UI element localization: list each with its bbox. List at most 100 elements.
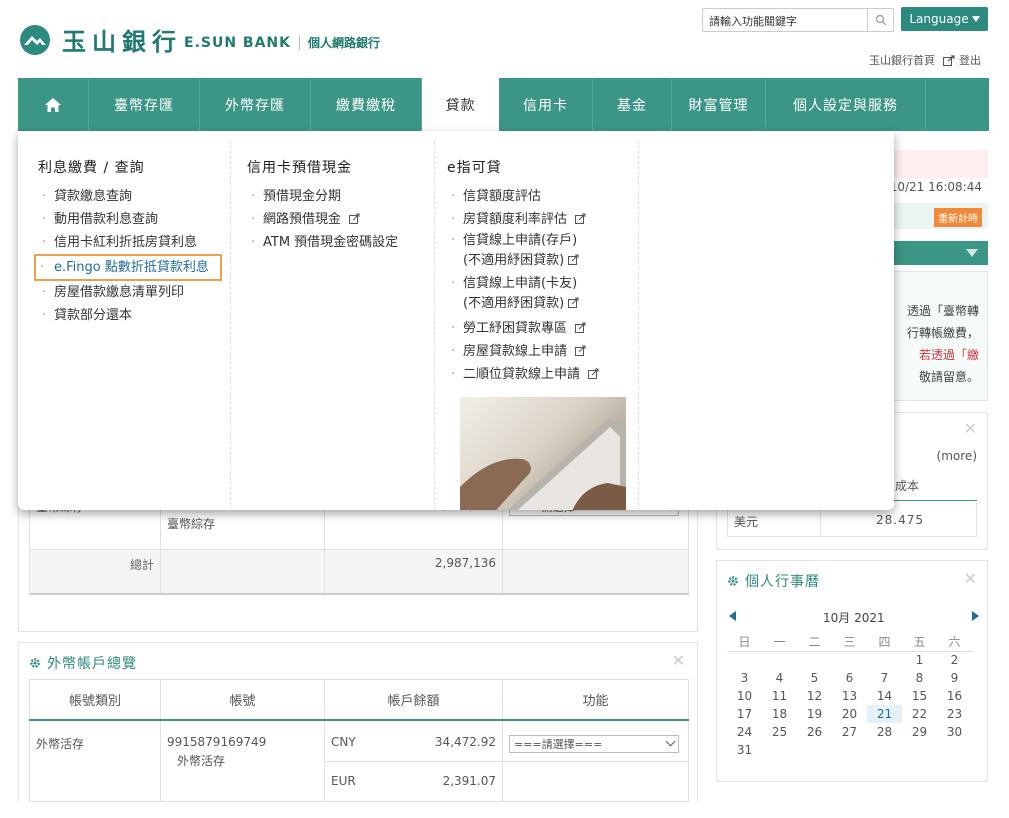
calendar-day[interactable]: 26 <box>797 723 832 741</box>
weekday-label: 一 <box>762 633 797 652</box>
search-input[interactable]: 請輸入功能關鍵字 <box>702 8 868 32</box>
menu-item[interactable]: 預借現金分期 <box>247 185 434 208</box>
calendar-day[interactable]: 21 <box>867 705 902 723</box>
function-select[interactable]: ===請選擇=== <box>509 734 679 753</box>
calendar-day[interactable]: 30 <box>937 723 972 741</box>
menu-item[interactable]: 貸款繳息查詢 <box>38 185 230 208</box>
top-links: 玉山銀行首頁 登出 <box>861 52 981 68</box>
menu-item[interactable]: 房貸額度利率評估 <box>447 208 638 231</box>
home-link[interactable]: 玉山銀行首頁 <box>869 52 935 68</box>
more-link[interactable]: (more) <box>937 449 977 463</box>
calendar-grid: 日一二三四五六 1 2 3 4 5 6 7 8 9 10 11 12 13 14 15 16 17 18 19 20 21… <box>727 633 972 759</box>
calendar-week-row: 12 <box>727 651 972 669</box>
logout-icon[interactable] <box>943 54 955 66</box>
language-button[interactable]: Language <box>901 7 988 31</box>
calendar-day[interactable]: 17 <box>727 705 762 723</box>
calendar-day[interactable]: 4 <box>762 669 797 687</box>
promo-image[interactable] <box>460 397 626 510</box>
external-link-icon <box>349 213 360 224</box>
calendar-day[interactable]: 9 <box>937 669 972 687</box>
calendar-day[interactable]: 14 <box>867 687 902 705</box>
menu-item[interactable]: ATM 預借現金密碼設定 <box>247 231 434 254</box>
calendar-weekday-row: 日一二三四五六 <box>727 633 972 652</box>
calendar-day[interactable]: 29 <box>902 723 937 741</box>
calendar-day[interactable]: 28 <box>867 723 902 741</box>
fx-panel-title-text: 外幣帳戶總覽 <box>47 656 137 672</box>
nav-payment[interactable]: 繳費繳稅 <box>311 78 422 131</box>
calendar-day[interactable]: 13 <box>832 687 867 705</box>
menu-item[interactable]: 網路預借現金 <box>247 208 434 231</box>
nav-loan[interactable]: 貸款 <box>422 78 499 131</box>
menu-item-label: 信貸線上申請(卡友) <box>463 276 578 291</box>
menu-item[interactable]: 信用卡紅利折抵房貸利息 <box>38 231 230 254</box>
calendar-day[interactable]: 1 <box>902 651 937 669</box>
calendar-day <box>832 651 867 669</box>
calendar-day[interactable]: 10 <box>727 687 762 705</box>
calendar-day[interactable]: 24 <box>727 723 762 741</box>
calendar-day[interactable]: 7 <box>867 669 902 687</box>
external-link-icon <box>575 322 586 333</box>
refresh-button[interactable]: 重新計時 <box>934 208 982 227</box>
calendar-day[interactable]: 25 <box>762 723 797 741</box>
menu-item[interactable]: 房屋貸款線上申請 <box>447 340 638 363</box>
tablet-hands-image <box>460 417 626 510</box>
weekday-label: 二 <box>797 633 832 652</box>
menu-heading: 利息繳費 / 查詢 <box>38 160 145 176</box>
calendar-day[interactable]: 8 <box>902 669 937 687</box>
logout-link[interactable]: 登出 <box>959 52 981 68</box>
external-link-icon <box>588 368 599 379</box>
calendar-day[interactable]: 31 <box>727 741 762 759</box>
calendar-day[interactable]: 11 <box>762 687 797 705</box>
menu-item-label: 勞工紓困貸款專區 <box>463 321 568 336</box>
currency-amount: 2,391.07 <box>442 774 496 788</box>
currency-code: EUR <box>331 774 356 788</box>
total-value: 2,987,136 <box>324 549 503 594</box>
calendar-day[interactable]: 18 <box>762 705 797 723</box>
calendar-day[interactable]: 22 <box>902 705 937 723</box>
calendar-day[interactable]: 16 <box>937 687 972 705</box>
calendar-day[interactable]: 2 <box>937 651 972 669</box>
calendar-day[interactable]: 27 <box>832 723 867 741</box>
calendar-day[interactable]: 3 <box>727 669 762 687</box>
menu-item-efingo[interactable]: e.Fingo 點數折抵貸款利息 <box>34 254 222 281</box>
collapse-icon[interactable] <box>966 249 978 257</box>
gear-icon <box>30 658 40 668</box>
menu-item[interactable]: 信貸線上申請(存戶) (不適用紓困貸款) <box>447 231 638 271</box>
row-type: 外幣活存 <box>29 719 161 802</box>
menu-item[interactable]: 動用借款利息查詢 <box>38 208 230 231</box>
calendar-day[interactable]: 15 <box>902 687 937 705</box>
menu-item[interactable]: 信貸額度評估 <box>447 185 638 208</box>
menu-item[interactable]: 勞工紓困貸款專區 <box>447 317 638 340</box>
calendar-day <box>762 741 797 759</box>
weekday-label: 六 <box>937 633 972 652</box>
calendar-day[interactable]: 19 <box>797 705 832 723</box>
close-icon[interactable]: ✕ <box>964 419 977 438</box>
account-no[interactable]: 9915879169749 <box>167 735 318 749</box>
menu-item[interactable]: 信貸線上申請(卡友) (不適用紓困貸款) <box>447 274 638 314</box>
menu-item[interactable]: 房屋借款繳息清單列印 <box>38 281 230 304</box>
menu-item[interactable]: 貸款部分還本 <box>38 304 230 327</box>
search-button[interactable] <box>868 8 894 32</box>
calendar-day[interactable]: 23 <box>937 705 972 723</box>
menu-item[interactable]: 二順位貸款線上申請 <box>447 363 638 386</box>
brand-logo[interactable]: 玉山銀行 E.SUN BANK 個人網路銀行 <box>20 22 380 57</box>
nav-fund[interactable]: 基金 <box>593 78 672 131</box>
close-icon[interactable]: ✕ <box>964 569 977 588</box>
calendar-day[interactable]: 6 <box>832 669 867 687</box>
col-header: 帳號 <box>160 679 325 720</box>
menu-col-cash-advance: 信用卡預借現金 預借現金分期 網路預借現金 ATM 預借現金密碼設定 <box>231 141 435 510</box>
prev-month-icon[interactable] <box>729 611 736 621</box>
calendar-day[interactable]: 12 <box>797 687 832 705</box>
calendar-title-text: 個人行事曆 <box>745 574 820 590</box>
nav-credit-card[interactable]: 信用卡 <box>499 78 593 131</box>
calendar-day[interactable]: 20 <box>832 705 867 723</box>
nav-fx[interactable]: 外幣存匯 <box>200 78 311 131</box>
menu-item-label: 房貸額度利率評估 <box>463 212 568 227</box>
nav-twd[interactable]: 臺幣存匯 <box>89 78 200 131</box>
nav-settings[interactable]: 個人設定與服務 <box>766 78 926 131</box>
calendar-day[interactable]: 5 <box>797 669 832 687</box>
close-icon[interactable]: ✕ <box>672 651 685 670</box>
next-month-icon[interactable] <box>972 611 979 621</box>
nav-home[interactable] <box>18 78 89 131</box>
nav-wealth[interactable]: 財富管理 <box>672 78 766 131</box>
